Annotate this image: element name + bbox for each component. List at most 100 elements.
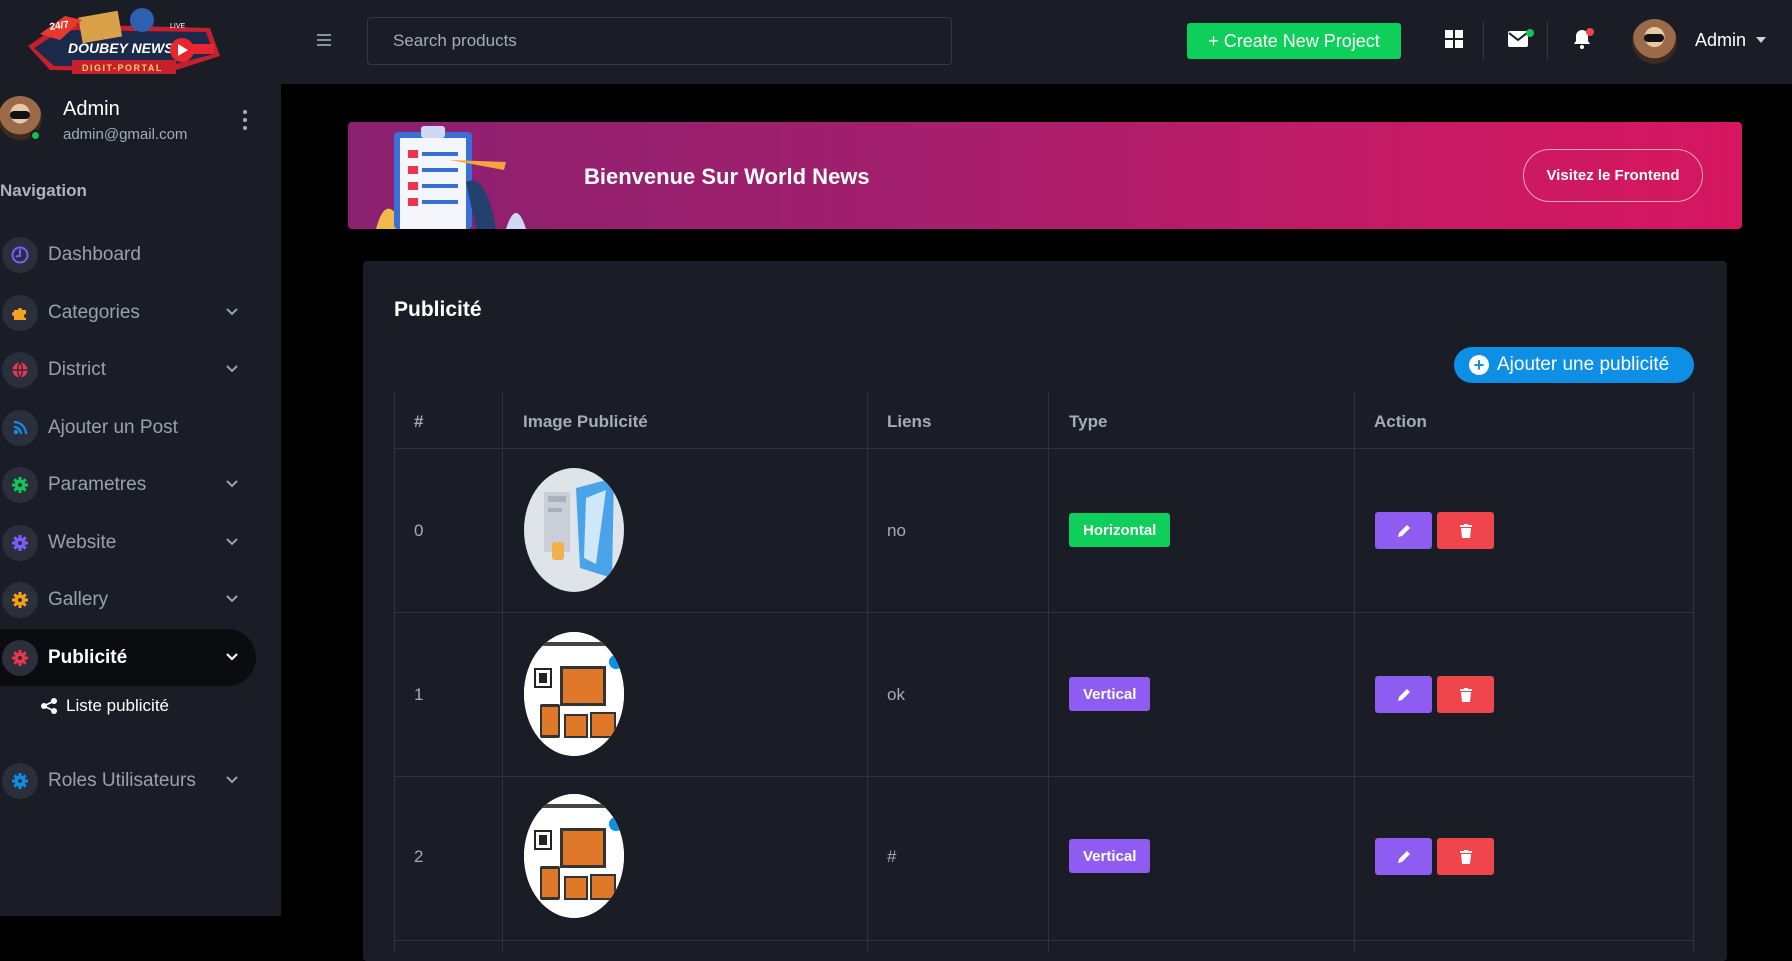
sidebar-item-label: Dashboard (48, 243, 141, 265)
delete-button[interactable] (1437, 512, 1494, 549)
notification-badge-dot (1586, 28, 1594, 36)
column-header[interactable]: Liens (887, 412, 931, 432)
grid-icon[interactable] (1443, 28, 1465, 50)
edit-button[interactable] (1375, 838, 1432, 875)
gear-icon (2, 762, 38, 799)
topbar: + Create New Project Admin (281, 0, 1792, 84)
column-header[interactable]: Image Publicité (523, 412, 648, 432)
divider (1483, 22, 1484, 60)
edit-button[interactable] (1375, 676, 1432, 713)
chevron-down-icon (226, 538, 238, 546)
add-ad-label: Ajouter une publicité (1497, 354, 1670, 375)
column-header[interactable]: Type (1069, 412, 1107, 432)
logo-name: DOUBEY NEWS (68, 40, 174, 56)
type-badge: Vertical (1069, 677, 1151, 711)
sidebar-item-district[interactable]: District (0, 341, 256, 398)
share-icon (41, 698, 57, 714)
sidebar-item-label: Ajouter un Post (48, 416, 178, 438)
row-index: 2 (414, 847, 424, 866)
type-badge: Vertical (1069, 839, 1151, 873)
checklist-illustration-icon (376, 126, 526, 229)
chevron-down-icon (226, 595, 238, 603)
logo-live: LIVE (170, 23, 186, 30)
divider (1547, 22, 1548, 60)
chevron-down-icon (226, 776, 238, 784)
table-row: 1 ok Vertical (394, 613, 1694, 777)
pencil-icon (1397, 688, 1410, 701)
table-row: 2 # Vertical (394, 777, 1694, 941)
add-ad-button[interactable]: + Ajouter une publicité (1454, 347, 1694, 383)
row-index: 1 (414, 685, 424, 704)
sidebar-item-website[interactable]: Website (0, 514, 256, 571)
gear-icon (2, 524, 38, 561)
visit-frontend-button[interactable]: Visitez le Frontend (1523, 149, 1703, 202)
chevron-down-icon (226, 308, 238, 316)
online-status-dot (30, 130, 41, 141)
table-row: 0 no Horizontal (394, 449, 1694, 613)
delete-button[interactable] (1437, 676, 1494, 713)
sidebar-item-gallery[interactable]: Gallery (0, 571, 256, 628)
trash-icon (1459, 523, 1472, 538)
ad-image[interactable] (524, 632, 624, 756)
delete-button[interactable] (1437, 838, 1494, 875)
more-options-icon[interactable] (242, 110, 248, 130)
chevron-down-icon (226, 480, 238, 488)
trash-icon (1459, 687, 1472, 702)
sidebar-item-label: Website (48, 531, 117, 553)
ad-image[interactable] (524, 794, 624, 918)
sidebar: 24/7 DOUBEY NEWS LIVE DIGIT-PORTAL Admin… (0, 0, 281, 916)
dashboard-icon (2, 236, 38, 273)
column-header[interactable]: # (414, 412, 423, 432)
sidebar-item-dashboard[interactable]: Dashboard (0, 226, 256, 283)
sidebar-subitem-label: Liste publicité (66, 696, 170, 715)
sidebar-item-publicite[interactable]: Publicité (0, 629, 256, 686)
ad-link: no (887, 521, 906, 540)
sidebar-user: Admin admin@gmail.com (0, 96, 281, 146)
welcome-banner: Bienvenue Sur World News Visitez le Fron… (348, 122, 1742, 229)
avatar[interactable] (1632, 19, 1677, 64)
logo[interactable]: 24/7 DOUBEY NEWS LIVE DIGIT-PORTAL (20, 6, 232, 80)
sidebar-item-roles[interactable]: Roles Utilisateurs (0, 752, 256, 809)
sidebar-subitem-liste-publicite[interactable]: Liste publicité (40, 693, 169, 719)
plus-circle-icon: + (1469, 355, 1489, 375)
chevron-down-icon (226, 653, 238, 661)
sidebar-item-categories[interactable]: Categories (0, 284, 256, 341)
sidebar-item-label: Roles Utilisateurs (48, 769, 196, 791)
pencil-icon (1397, 850, 1410, 863)
column-header[interactable]: Action (1374, 412, 1427, 432)
ad-image[interactable] (524, 468, 624, 592)
chevron-down-icon (226, 365, 238, 373)
gear-icon (2, 466, 38, 503)
row-index: 0 (414, 521, 424, 540)
caret-down-icon[interactable] (1756, 37, 1766, 43)
edit-button[interactable] (1375, 512, 1432, 549)
rss-icon (2, 409, 38, 446)
trash-icon (1459, 849, 1472, 864)
user-name: Admin (63, 98, 120, 120)
create-project-button[interactable]: + Create New Project (1187, 23, 1401, 59)
admin-menu-label[interactable]: Admin (1695, 30, 1746, 51)
banner-title: Bienvenue Sur World News (584, 164, 870, 189)
sidebar-item-parametres[interactable]: Parametres (0, 456, 256, 513)
sidebar-item-add-post[interactable]: Ajouter un Post (0, 399, 256, 456)
gear-icon (2, 639, 38, 676)
sidebar-item-label: District (48, 358, 107, 380)
search-input[interactable] (367, 17, 952, 65)
puzzle-icon (2, 294, 38, 331)
nav-heading: Navigation (0, 181, 87, 200)
logo-sub: DIGIT-PORTAL (82, 63, 163, 73)
sidebar-item-label: Publicité (48, 646, 128, 668)
sidebar-item-label: Categories (48, 301, 140, 323)
ads-card: Publicité + Ajouter une publicité # Imag… (363, 261, 1727, 961)
menu-toggle-icon[interactable] (317, 34, 331, 46)
mail-badge-dot (1526, 29, 1534, 37)
pencil-icon (1397, 524, 1410, 537)
sidebar-item-label: Parametres (48, 473, 147, 495)
card-title: Publicité (394, 298, 482, 321)
ad-link: ok (887, 685, 905, 704)
user-email: admin@gmail.com (63, 126, 188, 143)
globe-icon (2, 351, 38, 388)
gear-icon (2, 581, 38, 618)
sidebar-item-label: Gallery (48, 588, 109, 610)
table-header: # Image Publicité Liens Type Action (394, 392, 1694, 449)
